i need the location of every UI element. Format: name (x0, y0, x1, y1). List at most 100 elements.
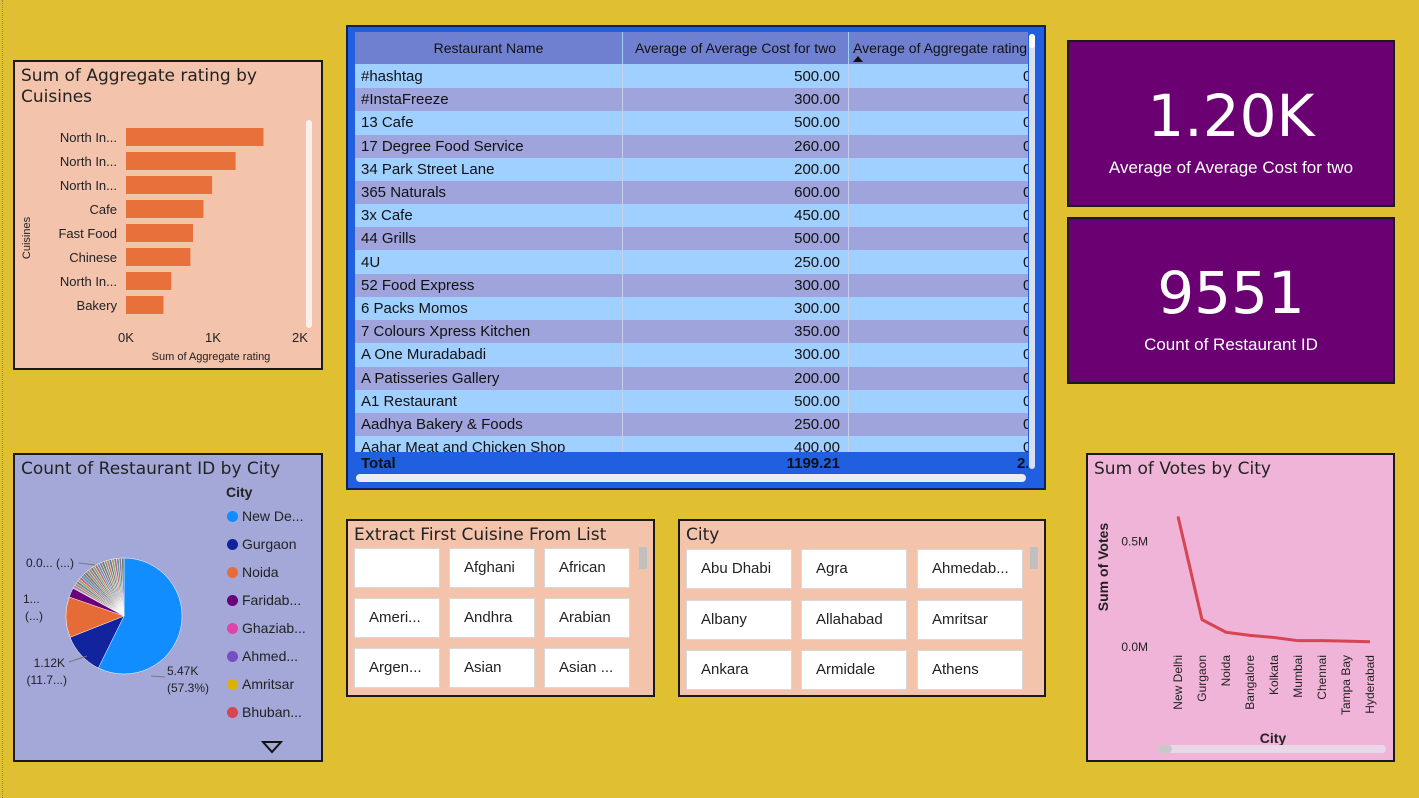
table-row[interactable]: #InstaFreeze 300.00 0.0 (355, 88, 1028, 112)
slicer-item[interactable]: Amritsar (917, 600, 1023, 640)
table-body-area: Restaurant Name Average of Average Cost … (355, 32, 1028, 452)
legend-label: Faridab... (242, 592, 302, 608)
table-row[interactable]: A Patisseries Gallery 200.00 0.0 (355, 366, 1028, 390)
city-pie-chart-card[interactable]: Count of Restaurant ID by City 5.47K (57.… (13, 453, 323, 762)
column-divider (622, 111, 623, 135)
cell-average-cost: 500.00 (794, 68, 840, 85)
x-tick-label: Bangalore (1243, 655, 1257, 710)
slicer-item[interactable]: Asian (449, 648, 535, 688)
cell-aggregate-rating: 0.0 (1023, 114, 1028, 132)
legend-label: Gurgaon (242, 536, 297, 552)
table-row[interactable]: Aadhya Bakery & Foods 250.00 0.0 (355, 413, 1028, 436)
cell-aggregate-rating: 0.0 (1023, 323, 1028, 341)
city-slicer-card[interactable]: City Abu Dhabi Agra Ahmedab... Albany Allaha… (678, 519, 1046, 697)
table-row[interactable]: Aahar Meat and Chicken Shop 400.00 0.0 (355, 436, 1028, 452)
cell-aggregate-rating: 0.0 (1023, 230, 1028, 248)
legend-item[interactable]: Amritsar (227, 676, 294, 696)
slicer-item[interactable]: Athens (917, 650, 1023, 690)
table-row[interactable]: 365 Naturals 600.00 0.0 (355, 181, 1028, 204)
column-header-aggregate-rating[interactable]: Average of Aggregate rating (849, 32, 1028, 64)
bar (126, 176, 213, 194)
slicer-item[interactable]: Albany (686, 600, 792, 640)
column-divider (622, 320, 623, 344)
pie-leader-line (150, 675, 166, 678)
table-row[interactable]: 6 Packs Momos 300.00 0.0 (355, 297, 1028, 320)
cuisine-slicer-title: Extract First Cuisine From List (354, 525, 607, 545)
table-row[interactable]: 44 Grills 500.00 0.0 (355, 227, 1028, 251)
table-row[interactable]: A One Muradabadi 300.00 0.0 (355, 343, 1028, 367)
legend-item[interactable]: Ahmed... (227, 648, 298, 668)
legend-item[interactable]: Bhuban... (227, 704, 302, 724)
cuisine-bar-chart: North In... North In... North In... Cafe Fas… (21, 128, 308, 363)
votes-line-chart-card[interactable]: Sum of Votes by City New Delhi Gurgaon Noi… (1086, 453, 1395, 762)
kpi-count-card[interactable]: 9551 Count of Restaurant ID (1067, 217, 1395, 384)
table-row[interactable]: 34 Park Street Lane 200.00 0.0 (355, 157, 1028, 181)
table-row[interactable]: #hashtag 500.00 0.0 (355, 65, 1028, 88)
cell-restaurant-name: A One Muradabadi (361, 346, 487, 364)
cuisine-slicer-card[interactable]: Extract First Cuisine From List Afghani A… (346, 519, 655, 697)
category-label: Cafe (90, 202, 117, 217)
table-horizontal-scrollbar[interactable] (356, 474, 1026, 482)
slicer-item[interactable]: Ameri... (354, 598, 440, 638)
cell-aggregate-rating: 0.0 (1023, 160, 1028, 178)
cell-average-cost: 250.00 (794, 253, 840, 271)
pie-label-value: 1.12K (34, 656, 65, 670)
slicer-scrollbar[interactable] (639, 547, 647, 569)
table-row[interactable]: 4U 250.00 0.0 (355, 250, 1028, 274)
category-label: Fast Food (58, 226, 117, 241)
table-row[interactable]: 17 Degree Food Service 260.00 0.0 (355, 134, 1028, 158)
slicer-item[interactable]: Ankara (686, 650, 792, 690)
slicer-item[interactable]: Agra (801, 549, 907, 589)
table-row[interactable]: 3x Cafe 450.00 0.0 (355, 204, 1028, 228)
slicer-item[interactable]: Asian ... (544, 648, 630, 688)
slicer-item[interactable]: Ahmedab... (917, 549, 1023, 589)
table-total-row: Total 1199.21 2.6 (355, 452, 1028, 476)
legend-label: Bhuban... (242, 704, 302, 720)
slicer-item[interactable]: Andhra (449, 598, 535, 638)
chart-scrollbar[interactable] (306, 120, 312, 328)
cell-average-cost: 200.00 (794, 369, 840, 387)
column-divider (622, 204, 623, 228)
legend-item[interactable]: Noida (227, 564, 279, 584)
cell-restaurant-name: 52 Food Express (361, 276, 475, 294)
column-header-average-cost[interactable]: Average of Average Cost for two (623, 32, 848, 64)
x-tick-label: Tampa Bay (1339, 655, 1353, 715)
legend-item[interactable]: New De... (227, 508, 303, 528)
slicer-item[interactable]: Abu Dhabi (686, 549, 792, 589)
table-row[interactable]: 52 Food Express 300.00 0.0 (355, 273, 1028, 297)
restaurant-table-card[interactable]: Restaurant Name Average of Average Cost … (346, 25, 1046, 490)
legend-dot (227, 707, 238, 718)
column-header-restaurant-name[interactable]: Restaurant Name (355, 32, 622, 64)
chart-horizontal-scrollbar[interactable] (1158, 745, 1386, 753)
slicer-scrollbar[interactable] (1030, 547, 1038, 569)
legend-item[interactable]: Gurgaon (227, 536, 296, 556)
total-label: Total (361, 455, 396, 472)
cuisine-bar-chart-card[interactable]: Sum of Aggregate rating by Cuisines Nort… (13, 60, 323, 370)
legend-scroll-down-icon[interactable] (261, 740, 283, 754)
cell-average-cost: 400.00 (794, 439, 840, 452)
cell-aggregate-rating: 0.0 (1023, 392, 1028, 410)
legend-item[interactable]: Faridab... (227, 592, 301, 612)
table-row[interactable]: A1 Restaurant 500.00 0.0 (355, 389, 1028, 413)
slicer-item[interactable]: Arabian (544, 598, 630, 638)
sort-ascending-icon[interactable] (853, 56, 863, 62)
slicer-item[interactable]: Armidale (801, 650, 907, 690)
slicer-item[interactable]: Afghani (449, 548, 535, 588)
table-row[interactable]: 7 Colours Xpress Kitchen 350.00 0.0 (355, 320, 1028, 344)
bar (126, 152, 236, 170)
column-divider (622, 88, 623, 112)
slicer-item[interactable]: African (544, 548, 630, 588)
table-row[interactable]: 13 Cafe 500.00 0.0 (355, 111, 1028, 135)
table-vertical-scrollbar[interactable] (1029, 34, 1035, 469)
pie-label-percent: (11.7...) (27, 673, 67, 687)
slicer-item[interactable] (354, 548, 440, 588)
pie-leader-line (78, 562, 96, 566)
column-divider (848, 389, 849, 413)
x-tick-label: Mumbai (1291, 655, 1305, 698)
kpi-average-cost-card[interactable]: 1.20K Average of Average Cost for two (1067, 40, 1395, 207)
category-label: Bakery (77, 298, 118, 313)
slicer-item[interactable]: Allahabad (801, 600, 907, 640)
cell-restaurant-name: A Patisseries Gallery (361, 369, 500, 387)
legend-item[interactable]: Ghaziab... (227, 620, 306, 640)
slicer-item[interactable]: Argen... (354, 648, 440, 688)
